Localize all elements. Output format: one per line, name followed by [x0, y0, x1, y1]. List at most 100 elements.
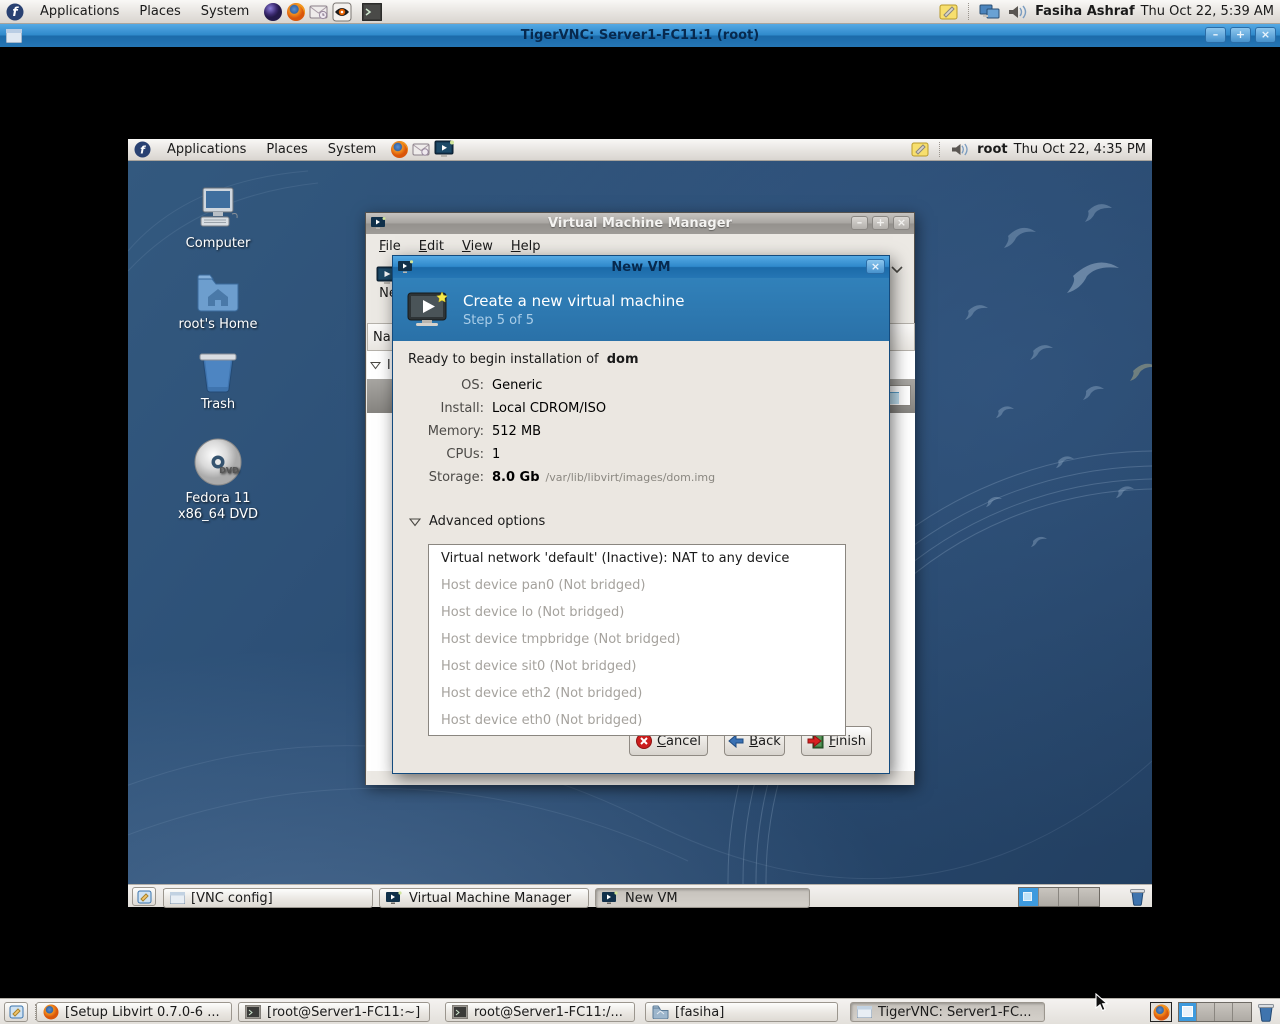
advanced-options-expander[interactable]: Advanced options — [409, 514, 545, 529]
new-vm-dialog[interactable]: New VM × Create a new virtual machine St… — [392, 255, 890, 774]
vmm-host-row[interactable]: l — [370, 353, 391, 378]
trash-icon — [172, 345, 264, 393]
notes-icon[interactable] — [911, 141, 930, 158]
workspace-4[interactable] — [1233, 1003, 1251, 1021]
workspace-switcher[interactable] — [1018, 887, 1100, 907]
summary-value: 512 MB — [492, 424, 541, 439]
mail-icon[interactable] — [309, 3, 329, 21]
ready-text: Ready to begin installation of dom — [408, 352, 639, 367]
vmm-menu-file[interactable]: File — [370, 239, 410, 254]
network-option: Host device eth2 (Not bridged) — [429, 680, 845, 707]
show-desktop-button[interactable] — [4, 1002, 28, 1022]
host-menu-places[interactable]: Places — [129, 0, 190, 23]
create-vm-icon — [406, 290, 450, 330]
show-desktop-button[interactable] — [132, 887, 156, 906]
volume-icon[interactable] — [950, 141, 971, 158]
desktop-icon-fedora-dvd[interactable]: DVD Fedora 11 x86_64 DVD — [172, 439, 264, 523]
workspace-2[interactable] — [1039, 888, 1059, 906]
svg-text:DVD: DVD — [219, 466, 239, 475]
remote-menu-applications[interactable]: Applications — [157, 139, 256, 160]
new-vm-titlebar[interactable]: New VM × — [393, 256, 889, 278]
vmm-menu-view[interactable]: View — [453, 239, 502, 254]
close-button[interactable]: × — [893, 216, 910, 230]
desktop-icon-trash[interactable]: Trash — [172, 345, 264, 413]
display-icon[interactable] — [979, 3, 1001, 21]
tray-firefox-icon[interactable] — [1150, 1002, 1172, 1022]
minimize-button[interactable]: – — [851, 216, 868, 230]
firefox-icon[interactable] — [390, 140, 409, 159]
tigervnc-icon[interactable] — [332, 2, 352, 22]
workspace-switcher[interactable] — [1178, 1002, 1252, 1022]
workspace-3[interactable] — [1215, 1003, 1233, 1021]
menu-label: System — [201, 4, 249, 19]
network-options-list[interactable]: Virtual network 'default' (Inactive): NA… — [428, 544, 846, 736]
menu-label: Places — [266, 142, 307, 157]
close-button[interactable]: × — [1255, 27, 1276, 43]
workspace-4[interactable] — [1079, 888, 1099, 906]
taskbar-item-vnc-config[interactable]: [VNC config] — [163, 888, 373, 908]
vmm-titlebar[interactable]: Virtual Machine Manager – + × — [366, 213, 914, 234]
show-desktop-icon — [9, 1005, 24, 1019]
terminal-icon[interactable] — [362, 3, 382, 21]
remote-menu-system[interactable]: System — [318, 139, 386, 160]
workspace-1[interactable] — [1179, 1003, 1197, 1021]
virt-manager-icon[interactable] — [434, 140, 456, 159]
panel-separator — [968, 3, 970, 19]
advanced-options-label: Advanced options — [429, 514, 545, 529]
eclipse-icon[interactable] — [263, 2, 283, 22]
taskbar-item-vmm[interactable]: Virtual Machine Manager — [379, 888, 589, 908]
minimize-button[interactable]: – — [1205, 27, 1226, 43]
menu-label: Applications — [40, 4, 119, 19]
expander-open-icon[interactable] — [370, 361, 381, 370]
network-option[interactable]: Virtual network 'default' (Inactive): NA… — [429, 545, 845, 572]
host-menu-applications[interactable]: Applications — [30, 0, 129, 23]
home-folder-icon — [172, 265, 264, 313]
trash-applet-icon[interactable] — [1256, 1002, 1276, 1022]
host-taskbar: [Setup Libvirt 0.7.0-6 ... [root@Server1… — [0, 998, 1280, 1024]
desktop-icon-label: root's Home — [172, 317, 264, 333]
desktop-icon-computer[interactable]: Computer — [172, 184, 264, 252]
remote-clock[interactable]: Thu Oct 22, 4:35 PM — [1014, 142, 1146, 157]
summary-label: Storage: — [408, 470, 484, 485]
taskbar-item-tigervnc[interactable]: TigerVNC: Server1-FC... — [850, 1002, 1045, 1022]
workspace-1[interactable] — [1019, 888, 1039, 906]
host-clock[interactable]: Thu Oct 22, 5:39 AM — [1141, 4, 1274, 19]
vnc-window-titlebar[interactable]: TigerVNC: Server1-FC11:1 (root) – + × — [0, 24, 1280, 47]
taskbar-item-terminal-1[interactable]: [root@Server1-FC11:~] — [238, 1002, 430, 1022]
terminal-icon — [245, 1005, 261, 1019]
host-menu-system[interactable]: System — [191, 0, 259, 23]
fedora-logo-icon[interactable]: f — [134, 141, 151, 158]
maximize-button[interactable]: + — [1230, 27, 1251, 43]
dialog-step-label: Step 5 of 5 — [463, 313, 685, 328]
remote-menu-places[interactable]: Places — [256, 139, 317, 160]
taskbar-item-new-vm[interactable]: New VM — [595, 888, 810, 908]
vmm-menu-help[interactable]: Help — [502, 239, 550, 254]
workspace-2[interactable] — [1197, 1003, 1215, 1021]
host-username[interactable]: Fasiha Ashraf — [1035, 4, 1135, 19]
firefox-icon — [43, 1004, 59, 1020]
taskbar-item-fasiha-folder[interactable]: [fasiha] — [645, 1002, 838, 1022]
remote-panel-status-area: root Thu Oct 22, 4:35 PM — [911, 139, 1146, 160]
desktop-icon-label: Trash — [172, 397, 264, 413]
firefox-icon[interactable] — [286, 2, 306, 22]
trash-applet-icon[interactable] — [1128, 887, 1147, 906]
notes-icon[interactable] — [939, 3, 959, 21]
screen: f Applications Places System — [0, 0, 1280, 1024]
taskbar-item-terminal-2[interactable]: root@Server1-FC11:/... — [445, 1002, 635, 1022]
taskbar-item-setup-libvirt[interactable]: [Setup Libvirt 0.7.0-6 ... — [36, 1002, 232, 1022]
host-panel-status-area: Fasiha Ashraf Thu Oct 22, 5:39 AM — [939, 0, 1274, 23]
taskbar-item-label: [fasiha] — [675, 1005, 724, 1020]
fedora-logo-icon[interactable]: f — [6, 3, 24, 21]
mail-icon[interactable] — [412, 141, 431, 158]
window-icon — [170, 892, 185, 904]
desktop-icon-roots-home[interactable]: root's Home — [172, 265, 264, 333]
summary-label: Install: — [408, 401, 484, 416]
maximize-button[interactable]: + — [872, 216, 889, 230]
volume-icon[interactable] — [1007, 3, 1029, 21]
workspace-3[interactable] — [1059, 888, 1079, 906]
close-icon[interactable]: × — [866, 259, 885, 274]
remote-desktop[interactable]: Computer root's Home Trash DVD — [128, 161, 1152, 884]
network-option: Host device tmpbridge (Not bridged) — [429, 626, 845, 653]
remote-username[interactable]: root — [977, 142, 1008, 157]
vmm-menu-edit[interactable]: Edit — [410, 239, 453, 254]
